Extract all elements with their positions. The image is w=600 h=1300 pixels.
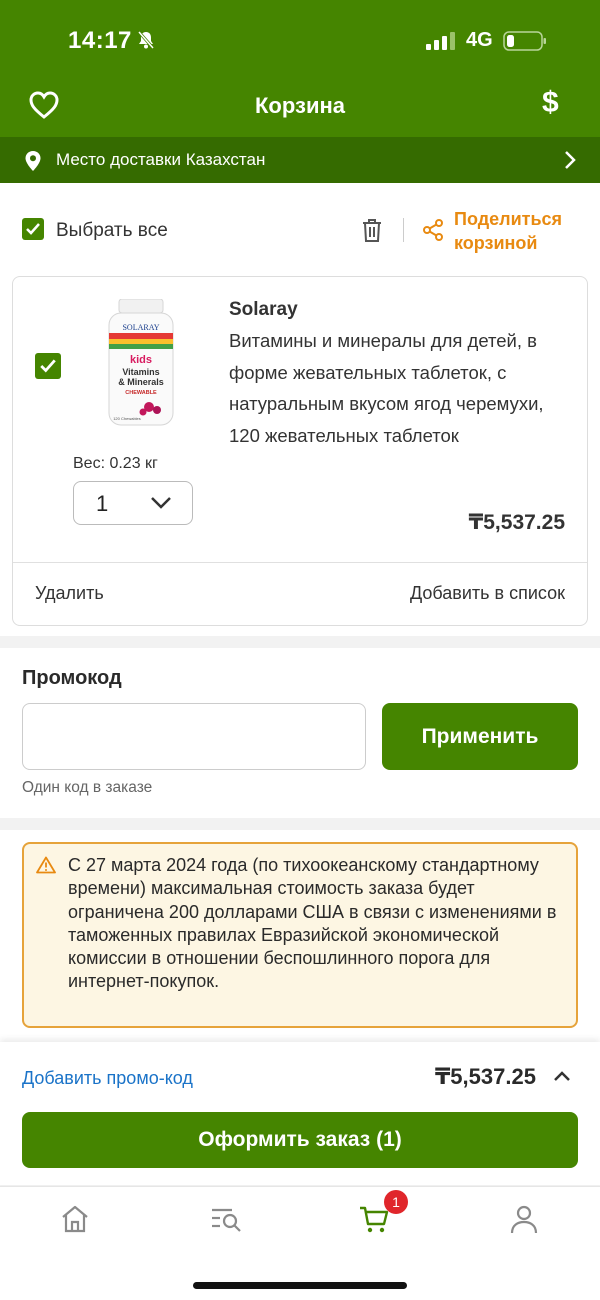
order-summary: Добавить промо-код ₸5,537.25 Оформить за…: [0, 1042, 600, 1185]
item-brand[interactable]: Solaray: [229, 299, 298, 321]
catalog-search-icon[interactable]: [210, 1203, 242, 1235]
bottle-line4: CHEWABLE: [125, 390, 157, 396]
add-to-list-button[interactable]: Добавить в список: [410, 583, 565, 604]
item-checkbox[interactable]: [35, 353, 61, 379]
share-icon[interactable]: [422, 218, 444, 242]
home-icon[interactable]: [59, 1203, 91, 1235]
card-divider: [13, 562, 587, 563]
item-weight: Вес: 0.23 кг: [73, 455, 158, 472]
network-type: 4G: [466, 29, 493, 51]
toolbar-divider: [403, 218, 404, 242]
select-all-label: Выбрать все: [56, 220, 168, 241]
delivery-location-text: Место доставки Казахстан: [56, 150, 266, 169]
bell-muted-icon: [137, 31, 155, 49]
bottle-line3: & Minerals: [118, 377, 164, 387]
tab-bar: 1: [0, 1186, 600, 1300]
trash-icon[interactable]: [360, 217, 384, 243]
bottle-line1: kids: [130, 354, 152, 366]
share-cart-label-line2: корзиной: [454, 233, 538, 253]
order-total[interactable]: ₸5,537.25: [435, 1064, 536, 1090]
page-title: Корзина: [255, 93, 345, 118]
share-cart-button[interactable]: Поделиться корзиной: [454, 207, 562, 255]
promo-hint: Один код в заказе: [22, 779, 153, 796]
chevron-right-icon: [565, 151, 576, 169]
chevron-up-icon[interactable]: [553, 1070, 571, 1082]
status-bar: 14:17 4G: [0, 0, 600, 80]
select-all-checkbox[interactable]: [22, 218, 44, 240]
chevron-down-icon: [151, 497, 171, 509]
checkout-button[interactable]: Оформить заказ (1): [22, 1112, 578, 1168]
item-name[interactable]: Витамины и минералы для детей, в форме ж…: [229, 325, 574, 451]
currency-button[interactable]: $: [542, 86, 559, 120]
battery-icon: [503, 31, 546, 51]
warning-icon: [36, 856, 56, 874]
bottle-brand: SOLARAY: [122, 323, 159, 332]
customs-notice: С 27 марта 2024 года (по тихоокеанскому …: [22, 842, 578, 1028]
promo-code-input[interactable]: [22, 703, 366, 770]
item-price: ₸5,537.25: [468, 511, 565, 534]
profile-icon[interactable]: [508, 1203, 540, 1235]
apply-promo-button[interactable]: Применить: [382, 703, 578, 770]
cart-count-badge: 1: [384, 1190, 408, 1214]
nav-bar: Корзина $: [0, 80, 600, 137]
promo-title: Промокод: [22, 667, 122, 689]
product-image[interactable]: SOLARAY kids Vitamins & Minerals CHEWABL…: [105, 299, 177, 429]
quantity-select[interactable]: 1: [73, 481, 193, 525]
notice-text: С 27 марта 2024 года (по тихоокеанскому …: [68, 855, 557, 992]
delivery-location-bar[interactable]: Место доставки Казахстан: [0, 137, 600, 183]
location-pin-icon: [25, 151, 41, 171]
remove-button[interactable]: Удалить: [35, 583, 104, 604]
signal-icon: [426, 32, 455, 50]
add-promo-link[interactable]: Добавить промо-код: [22, 1068, 193, 1089]
cart-item-card: SOLARAY kids Vitamins & Minerals CHEWABL…: [12, 276, 588, 626]
quantity-value: 1: [96, 491, 109, 516]
status-time: 14:17: [68, 27, 132, 54]
share-cart-label-line1: Поделиться: [454, 209, 563, 229]
home-indicator: [193, 1282, 407, 1289]
bottle-count: 120 Chewables: [113, 416, 141, 421]
bottle-line2: Vitamins: [122, 367, 159, 377]
